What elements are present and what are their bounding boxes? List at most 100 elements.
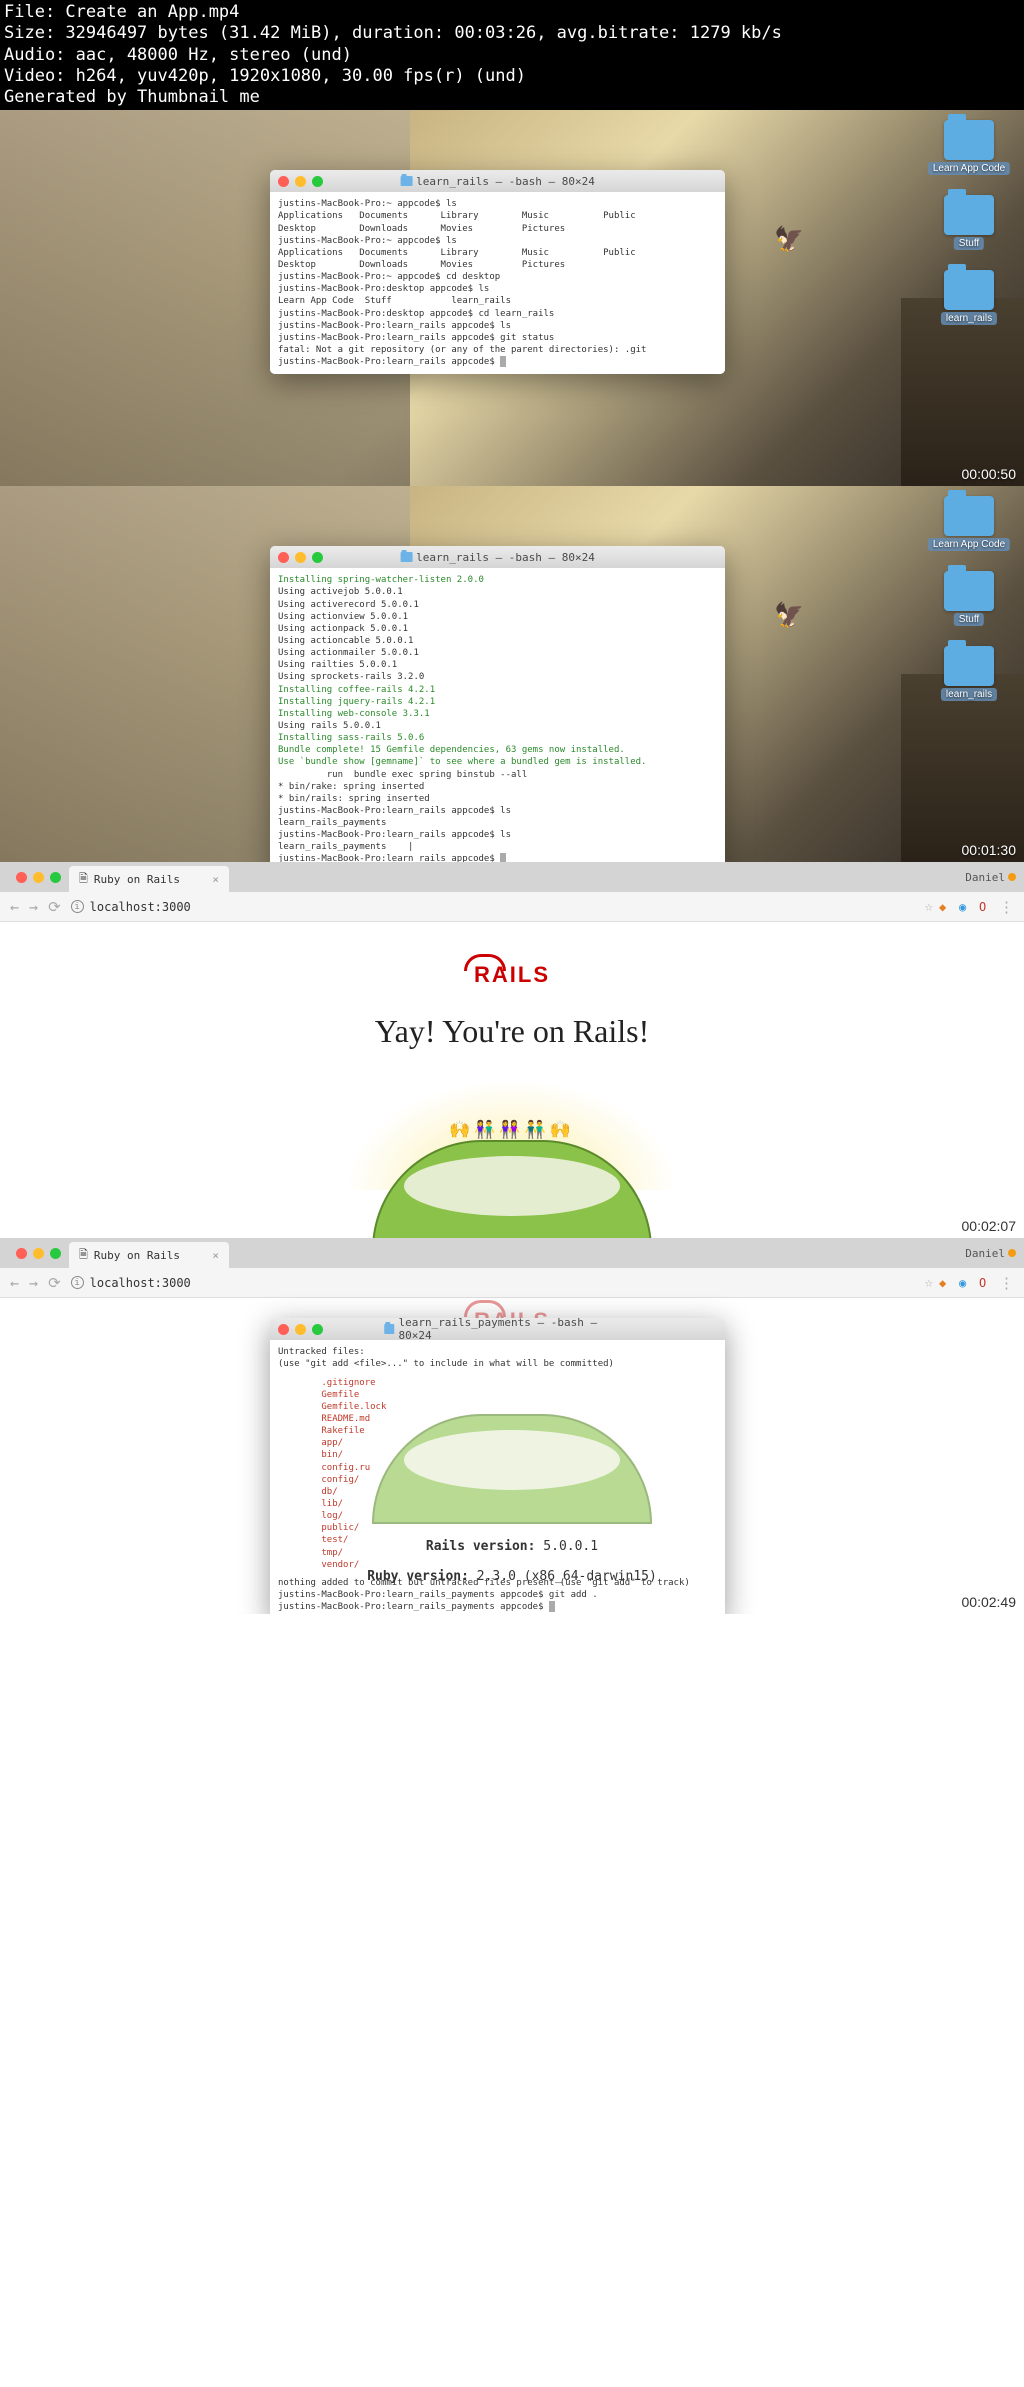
close-button[interactable] [278, 176, 289, 187]
term-line: Learn App Code Stuff learn_rails [278, 295, 717, 307]
terminal-output[interactable]: Installing spring-watcher-listen 2.0.0 U… [270, 568, 725, 862]
bookmark-star-icon[interactable]: ☆ [925, 1275, 933, 1291]
term-line: Using activejob 5.0.0.1 [278, 586, 717, 598]
folder-label: Stuff [954, 237, 984, 250]
term-line: learn_rails_payments | [278, 841, 717, 853]
back-button[interactable]: ← [10, 1274, 19, 1292]
folder-label: Learn App Code [928, 162, 1010, 175]
term-line: justins-MacBook-Pro:learn_rails appcode$… [278, 829, 717, 841]
close-button[interactable] [16, 872, 27, 883]
folder-icon [400, 552, 412, 562]
desktop-folder-learn-rails[interactable]: learn_rails [944, 646, 994, 686]
browser-tab[interactable]: 🗎Ruby on Rails× [69, 866, 229, 892]
site-info-icon[interactable]: i [71, 900, 84, 913]
timestamp: 00:00:50 [962, 466, 1017, 482]
tab-title: Ruby on Rails [94, 873, 180, 886]
close-button[interactable] [278, 552, 289, 563]
fullscreen-button[interactable] [50, 872, 61, 883]
url-input[interactable]: i localhost:3000 [71, 1276, 915, 1290]
timestamp: 00:02:07 [962, 1218, 1017, 1234]
term-line: Using actionpack 5.0.0.1 [278, 623, 717, 635]
generated-line: Generated by Thumbnail me [4, 87, 1020, 108]
desktop-folder-learn-rails[interactable]: learn_rails [944, 270, 994, 310]
minimize-button[interactable] [33, 872, 44, 883]
close-tab-icon[interactable]: × [212, 1249, 219, 1262]
close-button[interactable] [278, 1324, 289, 1335]
desktop-folder-stuff[interactable]: Stuff [944, 195, 994, 235]
reload-button[interactable]: ⟳ [48, 898, 61, 916]
extension-icon[interactable]: ◉ [959, 1276, 973, 1290]
rails-welcome-page: RAILS Yay! You're on Rails! 🙌👫👭👬🙌 Rails … [0, 922, 1024, 1238]
minimize-button[interactable] [295, 552, 306, 563]
term-line: Using sprockets-rails 3.2.0 [278, 671, 717, 683]
terminal-window-1[interactable]: learn_rails — -bash — 80×24 justins-MacB… [270, 170, 725, 374]
terminal-output[interactable]: justins-MacBook-Pro:~ appcode$ ls Applic… [270, 192, 725, 374]
term-install-line: Installing sass-rails 5.0.6 [278, 732, 717, 744]
timestamp: 00:02:49 [962, 1594, 1017, 1610]
close-button[interactable] [16, 1248, 27, 1259]
address-bar: ← → ⟳ i localhost:3000 ☆ ◆ ◉ O ⋮ [0, 892, 1024, 922]
profile-badge[interactable]: Daniel [965, 1247, 1016, 1260]
cursor-icon [500, 853, 506, 862]
window-controls [278, 176, 323, 187]
fullscreen-button[interactable] [312, 176, 323, 187]
term-line: justins-MacBook-Pro:learn_rails_payments… [278, 1589, 717, 1601]
minimize-button[interactable] [295, 176, 306, 187]
fullscreen-button[interactable] [312, 1324, 323, 1335]
opera-icon[interactable]: O [979, 900, 993, 914]
term-line: Desktop Downloads Movies Pictures [278, 259, 717, 271]
site-info-icon[interactable]: i [71, 1276, 84, 1289]
term-line: Applications Documents Library Music Pub… [278, 247, 717, 259]
term-line: justins-MacBook-Pro:learn_rails appcode$… [278, 320, 717, 332]
term-install-line: Installing coffee-rails 4.2.1 [278, 684, 717, 696]
terminal-titlebar[interactable]: learn_rails — -bash — 80×24 [270, 546, 725, 568]
url-text: localhost:3000 [90, 1276, 191, 1290]
minimize-button[interactable] [295, 1324, 306, 1335]
bookmark-star-icon[interactable]: ☆ [925, 899, 933, 915]
terminal-titlebar[interactable]: learn_rails — -bash — 80×24 [270, 170, 725, 192]
term-install-line: Installing spring-watcher-listen 2.0.0 [278, 574, 717, 586]
audio-line: Audio: aac, 48000 Hz, stereo (und) [4, 45, 1020, 66]
rails-version-text: Rails version: 5.0.0.1 [0, 1539, 1024, 1554]
people-icon: 🙌👫👭👬🙌 [449, 1120, 575, 1140]
term-line: learn_rails_payments [278, 817, 717, 829]
wallpaper-cliff [901, 674, 1024, 862]
folder-label: learn_rails [941, 312, 997, 325]
term-line: justins-MacBook-Pro:desktop appcode$ ls [278, 283, 717, 295]
desktop-folder-code[interactable]: Learn App Code [944, 120, 994, 160]
extension-icon[interactable]: ◆ [939, 1276, 953, 1290]
term-line: Using actionmailer 5.0.0.1 [278, 647, 717, 659]
fullscreen-button[interactable] [312, 552, 323, 563]
forward-button[interactable]: → [29, 898, 38, 916]
extension-icon[interactable]: ◆ [939, 900, 953, 914]
user-avatar-icon [1008, 873, 1016, 881]
screenshot-3: 🗎Ruby on Rails× Daniel ← → ⟳ ilocalhost:… [0, 862, 1024, 1238]
terminal-titlebar[interactable]: learn_rails_payments — -bash — 80×24 [270, 1318, 725, 1340]
close-tab-icon[interactable]: × [212, 873, 219, 886]
url-input[interactable]: i localhost:3000 [71, 900, 915, 914]
back-button[interactable]: ← [10, 898, 19, 916]
url-text: localhost:3000 [90, 900, 191, 914]
desktop-folder-code[interactable]: Learn App Code [944, 496, 994, 536]
browser-tab[interactable]: 🗎Ruby on Rails× [69, 1242, 229, 1268]
term-line: fatal: Not a git repository (or any of t… [278, 344, 717, 356]
extension-icon[interactable]: ◉ [959, 900, 973, 914]
menu-icon[interactable]: ⋮ [999, 898, 1014, 916]
folder-icon [384, 1324, 395, 1334]
term-line: Applications Documents Library Music Pub… [278, 210, 717, 222]
terminal-window-2[interactable]: learn_rails — -bash — 80×24 Installing s… [270, 546, 725, 862]
browser-tab-strip: 🗎Ruby on Rails× Daniel [0, 1238, 1024, 1268]
forward-button[interactable]: → [29, 1274, 38, 1292]
profile-badge[interactable]: Daniel [965, 871, 1016, 884]
rails-logo: RAILS [474, 962, 550, 988]
minimize-button[interactable] [33, 1248, 44, 1259]
fullscreen-button[interactable] [50, 1248, 61, 1259]
reload-button[interactable]: ⟳ [48, 1274, 61, 1292]
desktop-folder-stuff[interactable]: Stuff [944, 571, 994, 611]
bird-icon: 🦅 [774, 225, 804, 237]
opera-icon[interactable]: O [979, 1276, 993, 1290]
screenshot-2: 🦅 Learn App Code Stuff learn_rails learn… [0, 486, 1024, 862]
term-line: justins-MacBook-Pro:~ appcode$ ls [278, 235, 717, 247]
menu-icon[interactable]: ⋮ [999, 1274, 1014, 1292]
term-prompt: justins-MacBook-Pro:learn_rails_payments… [278, 1601, 717, 1613]
